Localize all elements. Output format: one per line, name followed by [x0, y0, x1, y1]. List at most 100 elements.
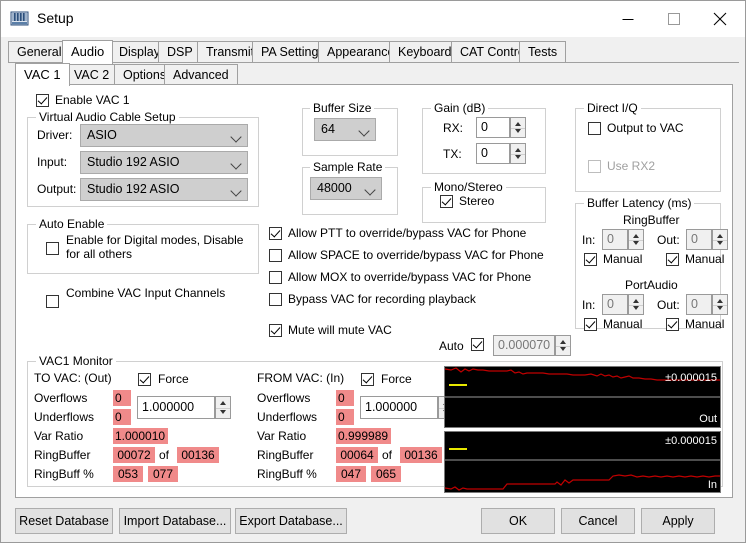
combine-vac-checkbox[interactable]: [46, 295, 59, 308]
ring-out-label: Out:: [657, 233, 680, 247]
vac1-pane: Enable VAC 1 Virtual Audio Cable Setup D…: [15, 84, 733, 498]
allow-mox-checkbox[interactable]: [269, 271, 282, 284]
gain-rx-label: RX:: [443, 121, 464, 135]
gain-tx-spinner[interactable]: [510, 143, 526, 164]
in-ringbuffer-value: 00064: [336, 447, 378, 463]
tab-audio[interactable]: Audio: [62, 40, 114, 64]
ring-in-input[interactable]: 0: [602, 229, 628, 250]
chevron-down-icon: [230, 158, 242, 170]
port-out-label: Out:: [657, 298, 680, 312]
export-database-button[interactable]: Export Database...: [235, 508, 347, 534]
tab-keyboard[interactable]: Keyboard: [389, 41, 461, 63]
in-overflows-label: Overflows: [257, 391, 311, 405]
close-button[interactable]: [697, 1, 743, 37]
graph-out-name: Out: [699, 413, 717, 425]
from-vac-heading: FROM VAC: (In): [257, 371, 345, 385]
port-in-manual-checkbox[interactable]: [584, 318, 597, 331]
tab-dsp[interactable]: DSP: [158, 41, 202, 63]
allow-space-checkbox[interactable]: [269, 249, 282, 262]
out-ringbuff-pct-a: 053: [113, 466, 143, 482]
chevron-down-icon: [358, 125, 370, 137]
ring-in-spinner[interactable]: [628, 229, 644, 250]
import-database-button[interactable]: Import Database...: [119, 508, 231, 534]
tab-tests[interactable]: Tests: [519, 41, 567, 63]
out-ringbuff-pct-b: 077: [148, 466, 178, 482]
auto-value-spinner[interactable]: [555, 335, 571, 356]
bypass-recording-checkbox[interactable]: [269, 293, 282, 306]
port-out-spinner[interactable]: [712, 294, 728, 315]
ringbuffer-title: RingBuffer: [623, 213, 680, 227]
ring-out-manual-checkbox[interactable]: [666, 253, 679, 266]
auto-enable-checkbox[interactable]: [46, 242, 59, 255]
port-in-spinner[interactable]: [628, 294, 644, 315]
in-var-ratio-value: 0.999989: [336, 428, 391, 444]
gain-tx-input[interactable]: 0: [476, 143, 510, 164]
driver-combo[interactable]: ASIO: [80, 124, 248, 147]
auto-enable-title: Auto Enable: [36, 217, 108, 231]
input-label: Input:: [37, 155, 68, 169]
stereo-checkbox[interactable]: [440, 195, 453, 208]
ring-out-input[interactable]: 0: [686, 229, 712, 250]
title-bar: Setup: [1, 1, 745, 37]
allow-ptt-checkbox[interactable]: [269, 227, 282, 240]
use-rx2-label: Use RX2: [607, 159, 656, 173]
direct-iq-title: Direct I/Q: [584, 101, 641, 115]
out-force-value-input[interactable]: 1.000000: [137, 396, 215, 419]
reset-database-button[interactable]: Reset Database: [15, 508, 113, 534]
combine-vac-label: Combine VAC Input Channels: [66, 286, 226, 300]
enable-vac1-checkbox[interactable]: [36, 94, 49, 107]
in-force-value-input[interactable]: 1.000000: [360, 396, 438, 419]
port-in-manual-label: Manual: [603, 317, 643, 331]
port-out-input[interactable]: 0: [686, 294, 712, 315]
subtab-vac1[interactable]: VAC 1: [15, 63, 70, 86]
driver-value: ASIO: [87, 128, 117, 142]
chevron-down-icon: [230, 131, 242, 143]
subtab-vac2[interactable]: VAC 2: [65, 64, 119, 85]
ring-out-spinner[interactable]: [712, 229, 728, 250]
cancel-button[interactable]: Cancel: [561, 508, 635, 534]
auto-value-input[interactable]: 0.000070: [493, 335, 555, 356]
mute-vac-checkbox[interactable]: [269, 324, 282, 337]
apply-button[interactable]: Apply: [641, 508, 715, 534]
gain-rx-spinner[interactable]: [510, 117, 526, 138]
buffer-size-value: 64: [321, 122, 335, 136]
graph-out[interactable]: ±0.000015 Out: [444, 366, 721, 428]
input-value: Studio 192 ASIO: [87, 155, 180, 169]
port-out-manual-checkbox[interactable]: [666, 318, 679, 331]
buffer-size-combo[interactable]: 64: [314, 118, 376, 141]
out-underflows-value: 0: [113, 409, 131, 425]
ok-button[interactable]: OK: [481, 508, 555, 534]
out-force-checkbox[interactable]: [138, 373, 151, 386]
allow-space-label: Allow SPACE to override/bypass VAC for P…: [288, 248, 544, 262]
output-label: Output:: [37, 182, 77, 196]
setup-window: Setup General Audio Display DSP Transmit…: [0, 0, 746, 543]
output-combo[interactable]: Studio 192 ASIO: [80, 178, 248, 201]
sub-tab-strip: VAC 1 VAC 2 Options Advanced: [15, 63, 733, 86]
graph-in[interactable]: ±0.000015 In: [444, 431, 721, 493]
graph-out-scale: ±0.000015: [665, 372, 717, 384]
graph-in-scale: ±0.000015: [665, 435, 717, 447]
gain-rx-input[interactable]: 0: [476, 117, 510, 138]
virtual-audio-cable-title: Virtual Audio Cable Setup: [36, 110, 179, 124]
ring-in-manual-checkbox[interactable]: [584, 253, 597, 266]
buffer-latency-title: Buffer Latency (ms): [584, 196, 695, 210]
out-var-ratio-value: 1.000010: [113, 428, 168, 444]
subtab-advanced[interactable]: Advanced: [164, 64, 238, 85]
input-combo[interactable]: Studio 192 ASIO: [80, 151, 248, 174]
out-force-spinner[interactable]: [215, 396, 231, 419]
driver-label: Driver:: [37, 128, 73, 142]
output-to-vac-checkbox[interactable]: [588, 122, 601, 135]
out-ringbuffer-label: RingBuffer: [34, 448, 91, 462]
in-force-checkbox[interactable]: [361, 373, 374, 386]
mono-stereo-title: Mono/Stereo: [431, 180, 506, 194]
maximize-button[interactable]: [651, 1, 697, 37]
sample-rate-title: Sample Rate: [310, 160, 386, 174]
in-var-ratio-label: Var Ratio: [257, 429, 307, 443]
bypass-recording-label: Bypass VAC for recording playback: [288, 292, 476, 306]
enable-vac1-label: Enable VAC 1: [55, 93, 130, 107]
auto-checkbox[interactable]: [471, 338, 484, 351]
sample-rate-combo[interactable]: 48000: [310, 177, 382, 200]
minimize-button[interactable]: [605, 1, 651, 37]
sample-rate-value: 48000: [317, 181, 352, 195]
port-in-input[interactable]: 0: [602, 294, 628, 315]
